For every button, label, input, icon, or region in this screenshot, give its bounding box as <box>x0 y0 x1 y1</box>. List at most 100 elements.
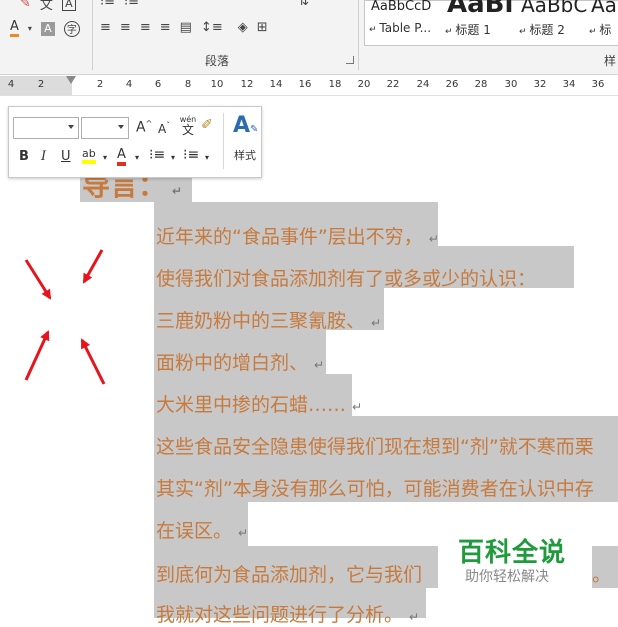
ruler-number: 32 <box>533 79 547 90</box>
ruler-number: 4 <box>125 79 133 90</box>
align-left-icon[interactable]: ≡ <box>100 20 111 35</box>
char-shading-button[interactable]: A <box>40 21 55 36</box>
ruler-number: 8 <box>184 79 192 90</box>
ruler-number: 22 <box>386 79 400 90</box>
dropdown-arrow-icon[interactable]: ▾ <box>171 153 175 162</box>
doc-line[interactable]: 近年来的“食品事件”层出不穷， ↵ <box>156 222 439 249</box>
ruler-number: 28 <box>474 79 488 90</box>
eraser-icon[interactable]: ✎ <box>20 0 31 11</box>
watermark-subtitle: 助你轻松解决 <box>465 569 549 585</box>
text-effect-icon[interactable]: 文 <box>40 0 53 13</box>
doc-line[interactable]: 我就对这些问题进行了分析。 ↵ <box>156 600 419 627</box>
dropdown-arrow-icon[interactable]: ▾ <box>205 153 209 162</box>
paragraph-tools-top-row: ⁝≡ ⁝≡ ⇅ <box>100 0 318 9</box>
style-name: ↵ 标题 1 <box>445 23 491 37</box>
doc-line[interactable]: 使得我们对食品添加剂有了或多或少的认识： <box>156 264 536 291</box>
underline-button[interactable]: U <box>61 149 71 164</box>
ruler-number: 36 <box>591 79 605 90</box>
doc-line[interactable]: 这些食品安全隐患使得我们现在想到“剂”就不寒而栗 <box>156 432 594 459</box>
style-heading-1[interactable]: AaBl ↵ 标题 1 <box>441 0 513 45</box>
sort-icon[interactable]: ⇅ <box>298 0 309 9</box>
styles-label: 样式 <box>234 149 256 162</box>
watermark-title: 百科全说 <box>458 538 567 568</box>
ruler-number: 20 <box>357 79 371 90</box>
font-color-button[interactable]: A <box>117 147 126 166</box>
bold-button[interactable]: B <box>19 149 29 164</box>
ruler-number: 6 <box>154 79 162 90</box>
justify-icon[interactable]: ≡ <box>160 20 171 35</box>
highlight-button[interactable]: ab <box>82 147 96 164</box>
font-tools-top-row: ✎ 文 A <box>20 0 85 13</box>
style-heading-3[interactable]: AaB ↵ 标 <box>585 0 618 45</box>
doc-line[interactable]: 到底何为食品添加剂，它与我们 <box>156 560 422 587</box>
borders-icon[interactable]: ⊞ <box>257 20 268 35</box>
paragraph-mark-icon: ↵ <box>371 316 382 330</box>
numbering-icon[interactable]: ⁝≡ <box>124 0 139 9</box>
style-table-paragraph[interactable]: AaBbCcD ↵ Table P... <box>365 0 437 45</box>
ruler-number: 2 <box>37 79 45 90</box>
enclose-char-button[interactable]: 字 <box>63 20 80 37</box>
format-painter-icon[interactable]: ✐ <box>201 117 213 133</box>
ruler-number: 18 <box>328 79 342 90</box>
line-spacing-icon[interactable]: ↕≡ <box>201 20 223 35</box>
styles-gallery[interactable]: AaBbCcD ↵ Table P... AaBl ↵ 标题 1 AaBbC ↵… <box>364 0 618 46</box>
paragraph-mark-icon: ↵ <box>238 526 249 540</box>
doc-line[interactable]: 面粉中的增白剂、 ↵ <box>156 348 324 375</box>
dropdown-arrow-icon[interactable]: ▾ <box>103 153 107 162</box>
ruler-number: 26 <box>445 79 459 90</box>
italic-button[interactable]: I <box>41 149 46 164</box>
style-name: ↵ 标 <box>589 23 612 37</box>
shrink-font-button[interactable]: Aˇ <box>158 121 170 136</box>
ruler-number: 14 <box>269 79 283 90</box>
phonetic-guide-button[interactable]: wén 文 <box>177 115 199 137</box>
distributed-icon[interactable]: ▤ <box>180 20 192 35</box>
ruler-number: 16 <box>298 79 312 90</box>
ruler-number: 2 <box>96 79 104 90</box>
font-tools-row: A ▾ A 字 <box>10 20 89 37</box>
align-center-icon[interactable]: ≡ <box>120 20 131 35</box>
bullets-icon[interactable]: ⁝≡ <box>149 147 165 163</box>
paragraph-mark-icon: ↵ <box>172 184 183 198</box>
style-name: ↵ Table P... <box>369 21 432 35</box>
paragraph-mark-icon: ↵ <box>352 400 363 414</box>
styles-icon[interactable]: A✎ <box>233 113 258 138</box>
styles-group-label: 样 <box>604 54 617 68</box>
dropdown-arrow-icon <box>68 125 74 129</box>
numbering-icon[interactable]: ⁝≡ <box>183 147 199 163</box>
first-line-indent-marker[interactable] <box>66 76 76 84</box>
dropdown-arrow-icon[interactable]: ▾ <box>135 153 139 162</box>
grow-font-button[interactable]: A^ <box>136 119 152 136</box>
font-size-combo[interactable] <box>81 117 129 139</box>
doc-line-end[interactable]: 。 <box>592 560 611 587</box>
ruler-number: 10 <box>210 79 224 90</box>
font-name-combo[interactable] <box>13 117 79 139</box>
ribbon-separator <box>358 0 359 70</box>
paragraph-group-label: 段落 <box>205 54 230 68</box>
horizontal-ruler[interactable]: 4 2 2 4 6 8 10 12 14 16 18 20 22 24 26 2… <box>0 76 618 96</box>
toolbar-separator <box>223 113 224 169</box>
paragraph-tools-row: ≡ ≡ ≡ ≡ ▤ ↕≡ ◈ ⊞ <box>100 20 277 35</box>
style-heading-2[interactable]: AaBbC ↵ 标题 2 <box>515 0 587 45</box>
dropdown-arrow-icon <box>118 125 124 129</box>
ruler-number: 34 <box>562 79 576 90</box>
bullets-icon[interactable]: ⁝≡ <box>100 0 115 9</box>
doc-line[interactable]: 三鹿奶粉中的三聚氰胺、 ↵ <box>156 306 381 333</box>
mini-toolbar: A^ Aˇ wén 文 ✐ A✎ 样式 B I U ab ▾ A ▾ ⁝≡ ▾ … <box>8 106 262 178</box>
ruler-number: 4 <box>7 79 15 90</box>
dropdown-arrow-icon[interactable]: ▾ <box>28 24 32 33</box>
ribbon: ✎ 文 A A ▾ A 字 ⁝≡ ⁝≡ ⇅ ≡ ≡ ≡ ≡ ▤ ↕≡ ◈ ⊞ 段… <box>0 0 618 75</box>
ribbon-separator <box>92 0 93 70</box>
doc-line[interactable]: 大米里中掺的石蜡…… ↵ <box>156 390 362 417</box>
shading-icon[interactable]: ◈ <box>238 20 248 35</box>
paragraph-dialog-launcher[interactable] <box>346 56 354 64</box>
font-color-button[interactable]: A <box>10 20 19 37</box>
ruler-number: 12 <box>240 79 254 90</box>
char-border-icon[interactable]: A <box>61 0 76 11</box>
ruler-number: 24 <box>416 79 430 90</box>
doc-line[interactable]: 在误区。 ↵ <box>156 516 248 543</box>
style-name: ↵ 标题 2 <box>519 23 565 37</box>
watermark-logo: 百科全说 助你轻松解决 <box>438 528 592 590</box>
paragraph-mark-icon: ↵ <box>409 610 420 624</box>
doc-line[interactable]: 其实“剂”本身没有那么可怕，可能消费者在认识中存 <box>156 474 594 501</box>
align-right-icon[interactable]: ≡ <box>140 20 151 35</box>
